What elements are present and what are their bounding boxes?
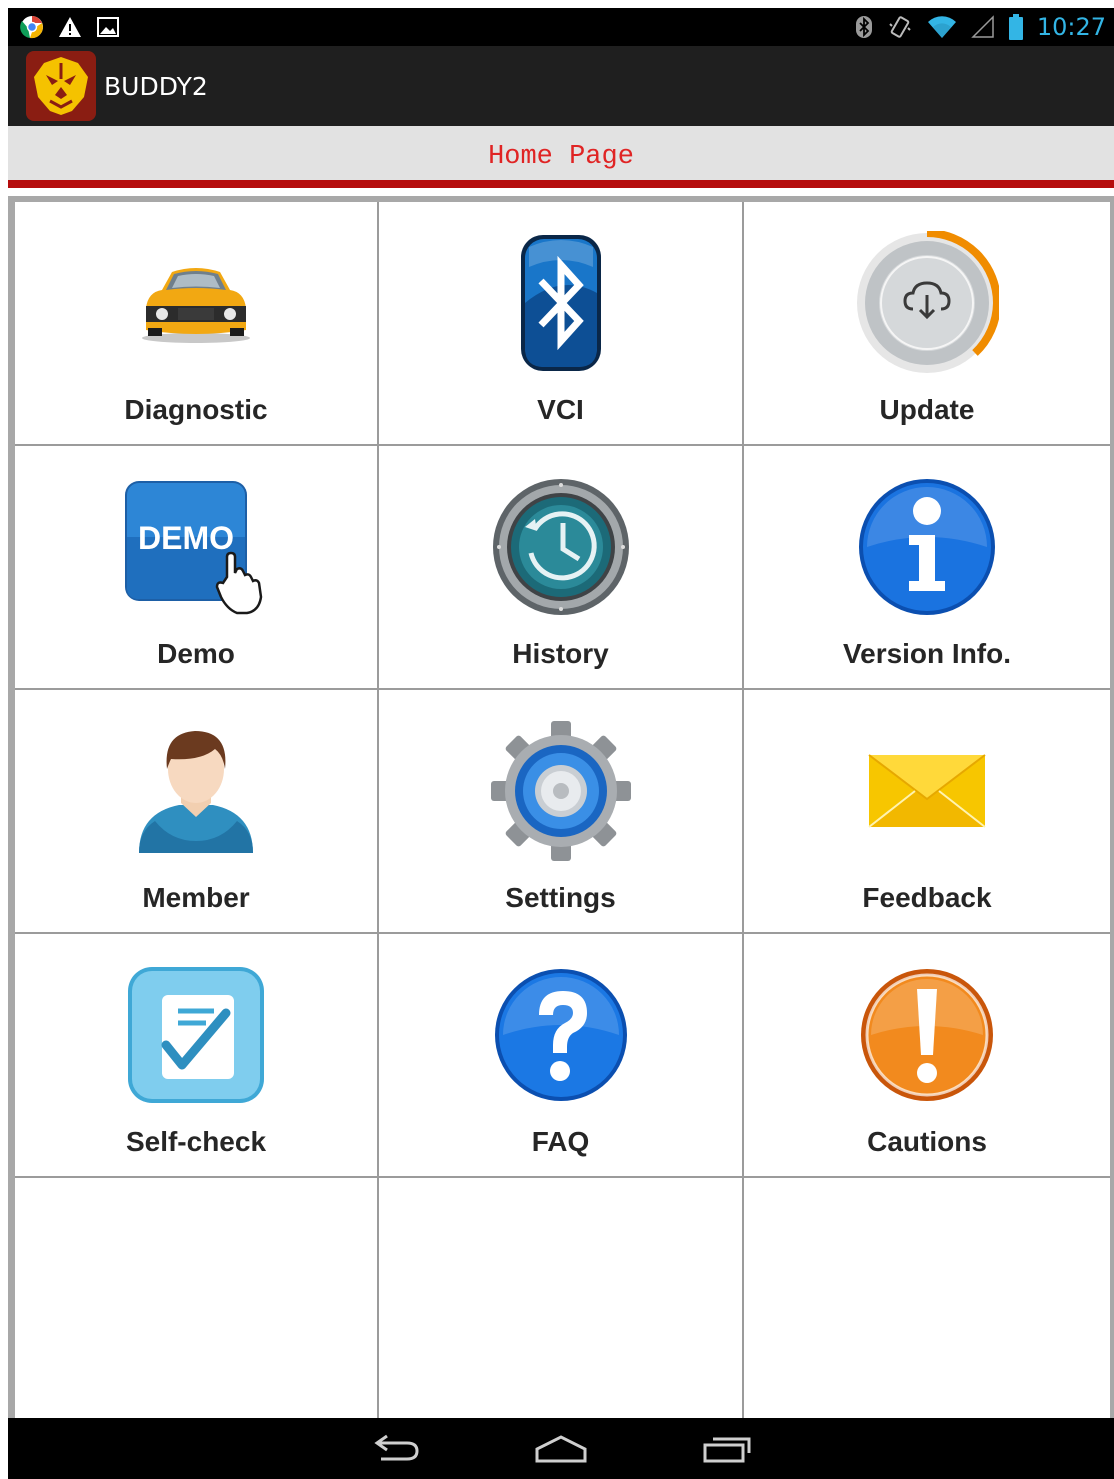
menu-item-label: FAQ <box>531 1126 590 1157</box>
menu-item-label: Update <box>879 394 975 425</box>
user-icon <box>121 716 271 866</box>
menu-item-label: Cautions <box>867 1126 987 1157</box>
menu-item-diagnostic[interactable]: Diagnostic <box>15 202 379 446</box>
menu-item-label: Settings <box>505 882 616 913</box>
bluetooth-icon <box>486 228 636 378</box>
menu-item-settings[interactable]: Settings <box>379 690 744 934</box>
empty-cell <box>15 1178 379 1418</box>
battery-icon <box>1008 14 1023 40</box>
menu-item-label: Version Info. <box>842 638 1012 669</box>
menu-item-faq[interactable]: FAQ <box>379 934 744 1178</box>
home-icon[interactable] <box>533 1433 589 1465</box>
menu-item-update[interactable]: Update <box>744 202 1110 446</box>
menu-item-member[interactable]: Member <box>15 690 379 934</box>
menu-item-label: Feedback <box>862 882 992 913</box>
menu-item-feedback[interactable]: Feedback <box>744 690 1110 934</box>
exclamation-icon <box>852 960 1002 1110</box>
page-title: Home Page <box>488 142 634 172</box>
menu-item-label: Demo <box>157 638 235 669</box>
menu-item-version-info[interactable]: Version Info. <box>744 446 1110 690</box>
car-icon <box>121 228 271 378</box>
page-header: Home Page <box>8 126 1114 188</box>
lion-logo-icon[interactable] <box>26 51 96 121</box>
action-bar: BUDDY2 <box>8 46 1114 126</box>
status-system: 10:27 <box>855 13 1106 41</box>
demo-icon: DEMO <box>121 472 271 622</box>
envelope-icon <box>852 716 1002 866</box>
menu-item-history[interactable]: History <box>379 446 744 690</box>
demo-badge-text: DEMO <box>138 520 234 556</box>
menu-item-label: VCI <box>537 394 584 425</box>
gear-icon <box>486 716 636 866</box>
menu-item-cautions[interactable]: Cautions <box>744 934 1110 1178</box>
clock-time: 10:27 <box>1036 13 1106 41</box>
menu-item-label: Diagnostic <box>124 394 268 425</box>
menu-grid-container: Diagnostic VCI Update DEMO Demo History … <box>8 196 1114 1418</box>
empty-cell <box>379 1178 744 1418</box>
app-title: BUDDY2 <box>104 71 208 101</box>
history-clock-icon <box>486 472 636 622</box>
menu-item-label: Self-check <box>125 1126 267 1157</box>
wifi-icon <box>927 16 956 38</box>
empty-cell <box>744 1178 1110 1418</box>
bluetooth-icon <box>855 16 872 38</box>
navigation-bar <box>8 1418 1114 1479</box>
cloud-download-icon <box>852 228 1002 378</box>
menu-item-demo[interactable]: DEMO Demo <box>15 446 379 690</box>
chrome-icon <box>20 16 43 39</box>
menu-item-vci[interactable]: VCI <box>379 202 744 446</box>
menu-item-label: History <box>512 638 609 669</box>
menu-grid: Diagnostic VCI Update DEMO Demo History … <box>15 202 1110 1418</box>
status-notifications <box>20 15 120 39</box>
checklist-icon <box>121 960 271 1110</box>
menu-item-label: Member <box>142 882 250 913</box>
back-icon[interactable] <box>367 1433 423 1465</box>
menu-item-self-check[interactable]: Self-check <box>15 934 379 1178</box>
signal-icon <box>971 15 994 38</box>
question-icon <box>486 960 636 1110</box>
status-bar: 10:27 <box>8 8 1114 46</box>
image-icon <box>97 17 119 37</box>
warning-icon <box>59 17 81 37</box>
recents-icon[interactable] <box>699 1433 755 1465</box>
info-icon <box>852 472 1002 622</box>
vibrate-icon <box>889 16 911 38</box>
